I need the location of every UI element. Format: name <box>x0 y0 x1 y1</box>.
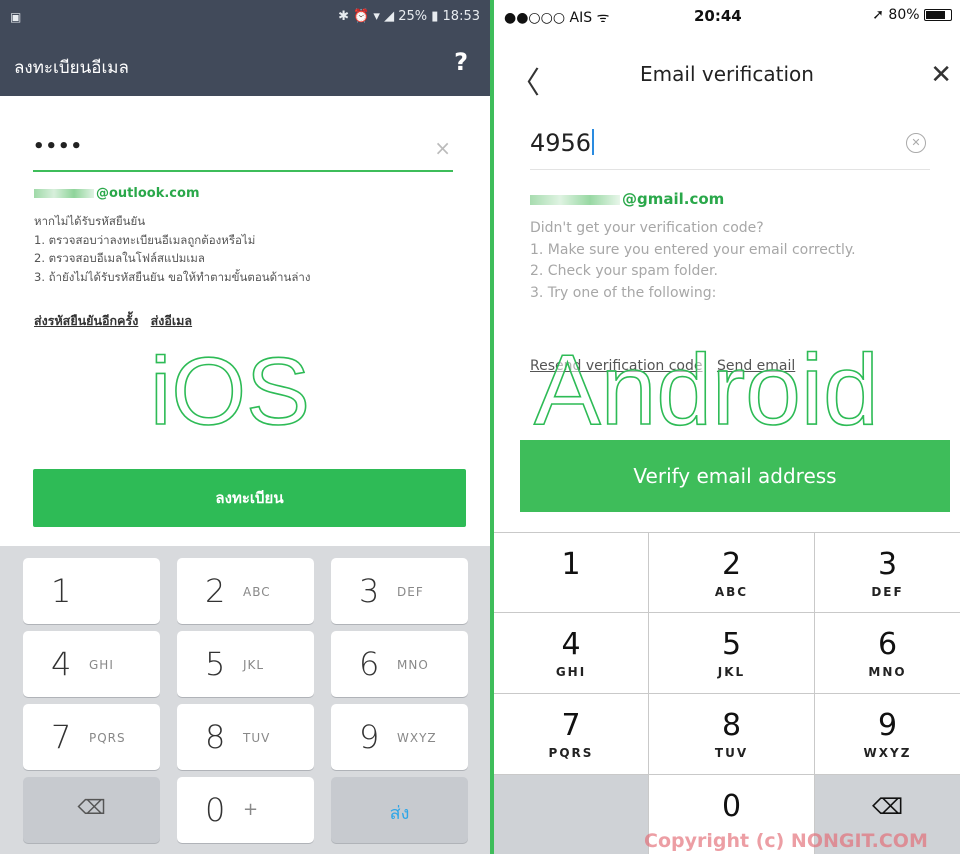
send-key[interactable]: ส่ง <box>331 777 468 843</box>
status-bar: ▣ ✱ ⏰ ▾ ◢ 25% ▮ 18:53 <box>0 0 490 34</box>
verification-code-input[interactable]: 4956 ✕ <box>530 125 930 170</box>
page-title: ลงทะเบียนอีเมล <box>14 58 129 78</box>
blurred-email-user <box>530 194 620 205</box>
battery-indicator: ➚ 80% <box>872 7 952 23</box>
key-1[interactable]: 1 <box>494 533 649 613</box>
text-cursor <box>592 129 595 155</box>
clear-icon[interactable]: ✕ <box>906 133 926 153</box>
numeric-keypad: 1 2 ABC 3 DEF 4 GHI 5 JKL 6 MNO 7 PQRS 8 TUV 9W… <box>494 532 960 854</box>
backspace-key[interactable]: ⌫ <box>23 777 160 843</box>
help-button[interactable]: ? <box>454 48 468 76</box>
email-address: @gmail.com <box>530 190 724 208</box>
numeric-keypad: 1 2 ABC 3 DEF 4 GHI 5 JKL 6 MNO 7 PQRS 8 TUV 9W… <box>0 546 490 854</box>
key-2[interactable]: 2 ABC <box>177 558 314 624</box>
blurred-email-user <box>34 189 94 198</box>
backspace-icon: ⌫ <box>871 795 904 820</box>
code-value: •••• <box>33 136 84 157</box>
status-time: 20:44 <box>694 7 742 25</box>
carrier-label: ●●○○○ AIS ᯤ <box>504 10 610 26</box>
resend-code-link[interactable]: ส่งรหัสยืนยันอีกครั้ง <box>34 313 138 328</box>
key-6[interactable]: 6 MNO <box>331 631 468 697</box>
battery-icon <box>924 9 952 21</box>
send-email-link[interactable]: ส่งอีเมล <box>151 313 192 328</box>
key-4[interactable]: 4 GHI <box>23 631 160 697</box>
help-text: หากไม่ได้รับรหัสยืนยัน 1. ตรวจสอบว่าลงทะ… <box>34 214 311 284</box>
svg-text:iOS: iOS <box>150 338 310 436</box>
key-6[interactable]: 6 MNO <box>815 613 960 694</box>
platform-overlay-label: iOS <box>149 337 311 436</box>
status-icons: ✱ ⏰ ▾ ◢ 25% ▮ <box>338 9 439 24</box>
key-3[interactable]: 3 DEF <box>815 533 960 613</box>
page-title: Email verification <box>640 62 814 86</box>
nav-bar: 〈 Email verification ✕ <box>494 50 960 101</box>
key-1[interactable]: 1 <box>23 558 160 624</box>
title-bar: ลงทะเบียนอีเมล ? <box>0 34 490 96</box>
left-screen: ▣ ✱ ⏰ ▾ ◢ 25% ▮ 18:53 ลงทะเบียนอีเมล ? •… <box>0 0 490 854</box>
svg-text:Android: Android <box>534 334 879 434</box>
email-address: @outlook.com <box>34 186 200 206</box>
key-5[interactable]: 5 JKL <box>177 631 314 697</box>
action-links: ส่งรหัสยืนยันอีกครั้ง ส่งอีเมล <box>34 311 200 331</box>
backspace-icon: ⌫ <box>77 795 106 819</box>
key-2[interactable]: 2 ABC <box>649 533 815 613</box>
key-8[interactable]: 8 TUV <box>649 694 815 775</box>
key-7[interactable]: 7 PQRS <box>494 694 649 775</box>
help-text: Didn't get your verification code? 1. Ma… <box>530 220 856 301</box>
key-9[interactable]: 9 WXYZ <box>815 694 960 775</box>
key-5[interactable]: 5 JKL <box>649 613 815 694</box>
status-time: 18:53 <box>442 9 480 24</box>
sim-icon: ▣ <box>10 10 22 24</box>
key-8[interactable]: 8 TUV <box>177 704 314 770</box>
right-screen: ●●○○○ AIS ᯤ 20:44 ➚ 80% 〈 Email verifica… <box>494 0 960 854</box>
key-7[interactable]: 7 PQRS <box>23 704 160 770</box>
key-0[interactable]: 0 + <box>177 777 314 843</box>
platform-overlay-label: Android <box>533 333 879 434</box>
key-4[interactable]: 4 GHI <box>494 613 649 694</box>
clear-icon[interactable]: × <box>434 136 451 160</box>
close-icon[interactable]: ✕ <box>930 60 952 90</box>
status-bar: ●●○○○ AIS ᯤ 20:44 ➚ 80% <box>494 0 960 30</box>
register-button[interactable]: ลงทะเบียน <box>33 469 466 527</box>
verify-email-button[interactable]: Verify email address <box>520 440 950 512</box>
verification-code-input[interactable]: •••• × <box>33 130 453 172</box>
key-3[interactable]: 3 DEF <box>331 558 468 624</box>
blank-key <box>494 775 649 854</box>
copyright-watermark: Copyright (c) NONGIT.COM <box>644 830 928 852</box>
key-9[interactable]: 9 WXYZ <box>331 704 468 770</box>
code-value: 4956 <box>530 129 592 157</box>
